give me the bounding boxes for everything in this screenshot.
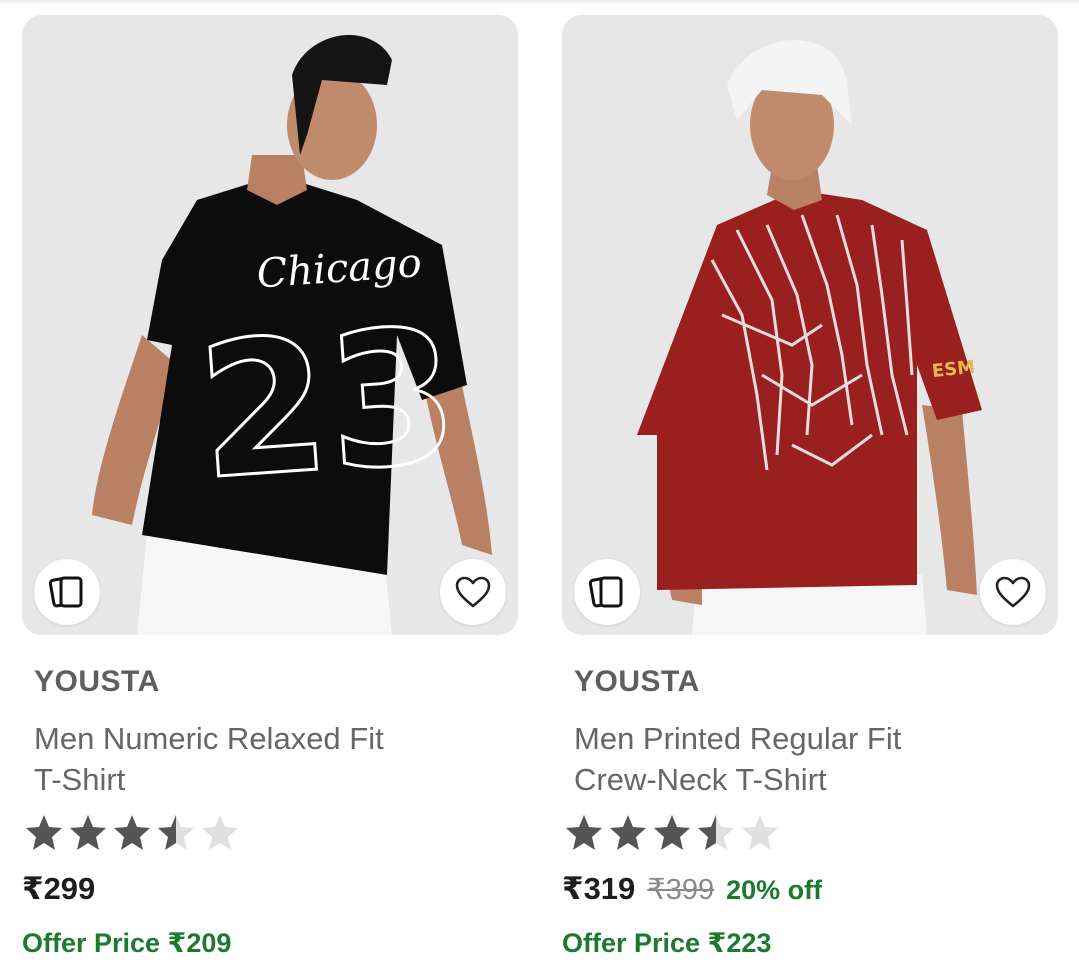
- star-icon: [742, 815, 778, 850]
- star-rating: [24, 813, 240, 857]
- product-image[interactable]: ESM: [562, 15, 1058, 635]
- star-icon: [698, 815, 734, 850]
- star-icon: [566, 815, 602, 850]
- star-icon: [610, 815, 646, 850]
- heart-outline-icon: [995, 576, 1031, 608]
- star-rating: [564, 813, 780, 857]
- star-icon: [202, 815, 238, 850]
- product-photo: ESM: [562, 15, 1058, 635]
- star-icon: [114, 815, 150, 850]
- product-card[interactable]: ESM YOUSTA Men Printed Regular Fit Crew-…: [562, 15, 1058, 970]
- product-title[interactable]: Men Printed Regular Fit Crew-Neck T-Shir…: [574, 718, 1044, 800]
- top-divider: [0, 0, 1079, 6]
- star-icon: [70, 815, 106, 850]
- sale-price: ₹319: [562, 871, 636, 906]
- product-photo: Chicago 23: [22, 15, 518, 635]
- discount-badge: 20% off: [726, 875, 823, 905]
- star-icon: [654, 815, 690, 850]
- star-icon: [26, 815, 62, 850]
- sale-price: ₹299: [22, 871, 96, 906]
- sleeve-print: ESM: [931, 357, 976, 382]
- product-image[interactable]: Chicago 23: [22, 15, 518, 635]
- product-brand: YOUSTA: [574, 665, 700, 698]
- product-title-line: T-Shirt: [34, 762, 126, 797]
- original-price: ₹399: [647, 874, 715, 906]
- wishlist-button[interactable]: [440, 559, 506, 625]
- similar-products-icon: [48, 576, 83, 608]
- similar-products-button[interactable]: [34, 559, 100, 625]
- wishlist-button[interactable]: [980, 559, 1046, 625]
- offer-price: Offer Price ₹209: [22, 928, 232, 958]
- similar-products-icon: [588, 576, 623, 608]
- offer-price: Offer Price ₹223: [562, 928, 772, 958]
- star-icon: [158, 815, 194, 850]
- price-row: ₹299: [22, 871, 95, 907]
- product-title-line: Men Printed Regular Fit: [574, 721, 902, 756]
- product-card[interactable]: Chicago 23 YOUSTA Men Numeric Relaxed Fi…: [22, 15, 518, 970]
- price-row: ₹319 ₹399 20% off: [562, 871, 822, 907]
- product-brand: YOUSTA: [34, 665, 160, 698]
- heart-outline-icon: [455, 576, 491, 608]
- product-title-line: Crew-Neck T-Shirt: [574, 762, 827, 797]
- shirt-print-number: 23: [192, 287, 464, 520]
- product-title-line: Men Numeric Relaxed Fit: [34, 721, 384, 756]
- product-title[interactable]: Men Numeric Relaxed Fit T-Shirt: [34, 718, 504, 800]
- similar-products-button[interactable]: [574, 559, 640, 625]
